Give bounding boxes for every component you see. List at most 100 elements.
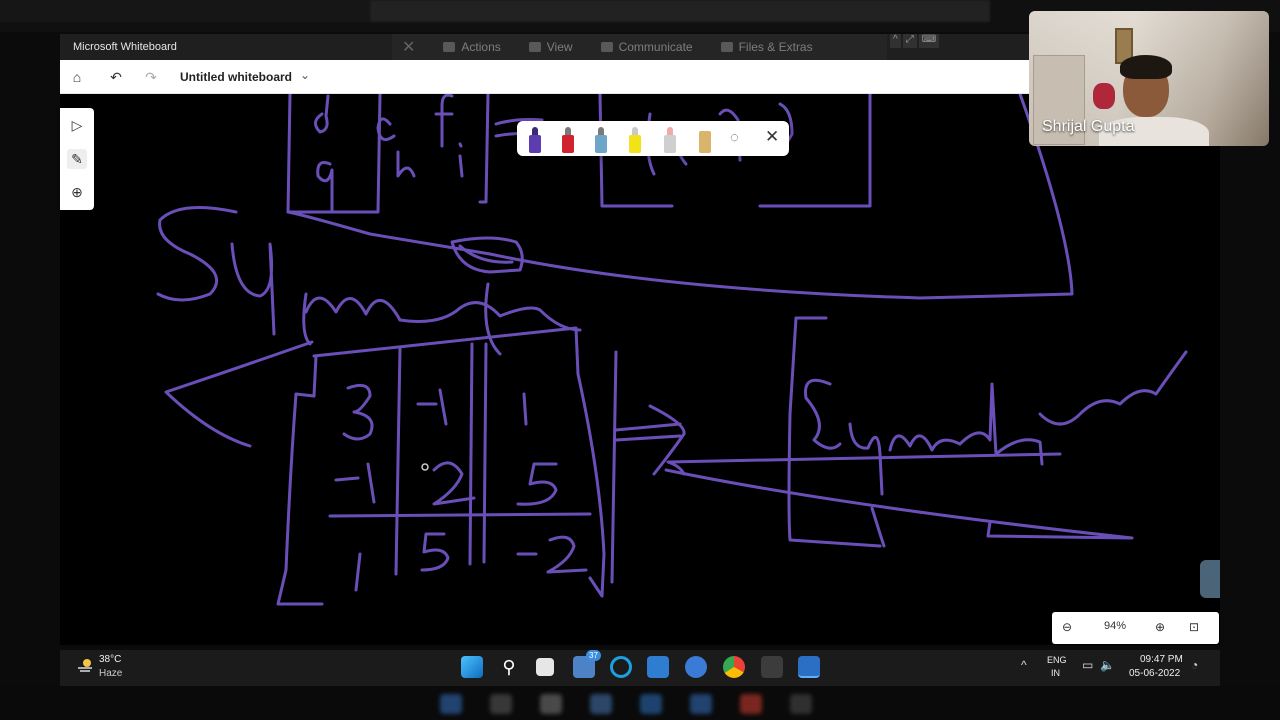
ink-letter-g [316, 161, 334, 212]
ink-digit-5 [516, 462, 558, 506]
ink-columns [394, 342, 488, 576]
clock-time[interactable]: 09:47 PM [1140, 654, 1183, 665]
pen-body [529, 135, 541, 153]
monitor-icon [528, 42, 541, 52]
zoom-controls: ⊖ 94% ⊕ ⊡ [1052, 612, 1219, 644]
ink-letter-i [458, 142, 464, 178]
teamviewer-icon[interactable] [685, 656, 707, 678]
share-communicate-button[interactable]: Communicate [600, 40, 693, 54]
blurred-region [690, 694, 712, 714]
cortana-icon[interactable] [610, 656, 632, 678]
lasso-icon[interactable]: ◌ [730, 129, 739, 146]
ink-letter-m [888, 434, 962, 452]
pen-tip [565, 127, 571, 135]
clock-date[interactable]: 05-06-2022 [1129, 668, 1180, 679]
outer-blurred-taskbar [0, 686, 1280, 720]
collapse-icon[interactable]: ^ [890, 34, 901, 48]
pen-icon[interactable]: ✎ [67, 149, 87, 169]
participant-name: Shrijal Gupta [1042, 118, 1135, 135]
pen-tip [667, 127, 673, 135]
redo-icon[interactable]: ↷ [142, 68, 160, 86]
blurred-region [370, 0, 990, 22]
weather-condition[interactable]: Haze [99, 668, 122, 679]
side-panel-handle[interactable] [1200, 560, 1220, 598]
share-actions-button[interactable]: Actions [443, 40, 501, 54]
ink-digit-1 [354, 552, 362, 592]
search-icon[interactable]: ⚲ [498, 656, 520, 678]
purple-pen[interactable] [527, 127, 543, 153]
fit-screen-icon[interactable]: ⊡ [1189, 620, 1199, 634]
pen-body [664, 135, 676, 153]
weather-haze-icon[interactable] [77, 658, 93, 672]
home-icon[interactable]: ⌂ [68, 68, 86, 86]
ink-long-arrow-2 [664, 468, 1134, 540]
ink-letter-d [314, 94, 330, 134]
add-icon[interactable]: ⊕ [67, 182, 87, 202]
ruler[interactable] [697, 127, 713, 153]
ink-digit-neg2 [516, 535, 588, 574]
ink-stroke [870, 506, 886, 548]
pen-app-icon[interactable] [761, 656, 783, 678]
blurred-region [440, 694, 462, 714]
share-actions-label: Actions [461, 40, 501, 54]
ink-letter-f [434, 94, 454, 148]
lightning-icon [443, 42, 456, 52]
pen-tip [632, 127, 638, 135]
pen-tip [532, 127, 538, 135]
file-icon [720, 42, 733, 52]
zoom-in-icon[interactable]: ⊕ [1155, 620, 1165, 634]
ink-letter-s [804, 378, 842, 450]
ink-bracket [286, 94, 382, 214]
red-pen[interactable] [560, 127, 576, 153]
close-icon[interactable]: ✕ [765, 127, 779, 147]
windows-start-icon[interactable] [461, 656, 483, 678]
yellow-highlighter[interactable] [627, 127, 643, 153]
share-files-button[interactable]: Files & Extras [720, 40, 813, 54]
ink-letter-h [396, 150, 416, 178]
chrome-icon[interactable] [723, 656, 745, 678]
pen-tip [598, 127, 604, 135]
document-title[interactable]: Untitled whiteboard [180, 70, 292, 84]
display-icon[interactable]: ▭ [1082, 658, 1093, 672]
select-icon[interactable]: ▷ [67, 115, 87, 135]
volume-icon[interactable]: 🔈 [1100, 658, 1115, 672]
language-indicator[interactable]: ENG [1047, 655, 1067, 665]
ink-drawing [156, 94, 1188, 606]
pen-body [562, 135, 574, 153]
ink-digit-1 [522, 392, 528, 426]
pen-body [629, 135, 641, 153]
notification-icon[interactable]: ◔ [1191, 658, 1198, 672]
screen: Microsoft Whiteboard ✕ Actions View Comm… [0, 0, 1280, 720]
language-region[interactable]: IN [1051, 668, 1060, 678]
cursor-dot [421, 463, 429, 471]
zoom-out-icon[interactable]: ⊖ [1062, 620, 1072, 634]
chevron-down-icon[interactable]: ⌄ [300, 68, 310, 82]
zoom-level: 94% [1104, 620, 1127, 632]
undo-icon[interactable]: ↶ [107, 68, 125, 86]
vscode-icon[interactable] [647, 656, 669, 678]
webcam-person-hair [1120, 55, 1172, 79]
keyboard-icon[interactable]: ⌨ [918, 34, 940, 48]
pen-body [595, 135, 607, 153]
ink-digit-3 [342, 383, 374, 441]
ink-bracket [787, 316, 882, 548]
share-view-button[interactable]: View [528, 40, 573, 54]
ink-bracket-right [312, 326, 606, 598]
blue-pen[interactable] [593, 127, 609, 153]
blurred-region [0, 0, 370, 22]
chat-icon [600, 42, 613, 52]
whiteboard-canvas[interactable] [60, 94, 1220, 645]
chevron-up-icon[interactable]: ^ [1021, 658, 1027, 672]
task-view-icon[interactable] [536, 658, 554, 676]
eraser[interactable] [662, 127, 678, 153]
ink-bar [478, 94, 490, 204]
blurred-region [640, 694, 662, 714]
ink-letter-m [302, 292, 402, 346]
weather-temperature[interactable]: 38°C [99, 654, 121, 665]
fullscreen-icon[interactable]: ⤢ [902, 34, 917, 48]
screen-share-toolbar: ✕ Actions View Communicate Files & Extra… [392, 34, 887, 60]
ink-letter-s [156, 206, 238, 302]
close-share-icon[interactable]: ✕ [402, 37, 415, 57]
whiteboard-app-icon[interactable] [798, 656, 820, 678]
blurred-region [590, 694, 612, 714]
